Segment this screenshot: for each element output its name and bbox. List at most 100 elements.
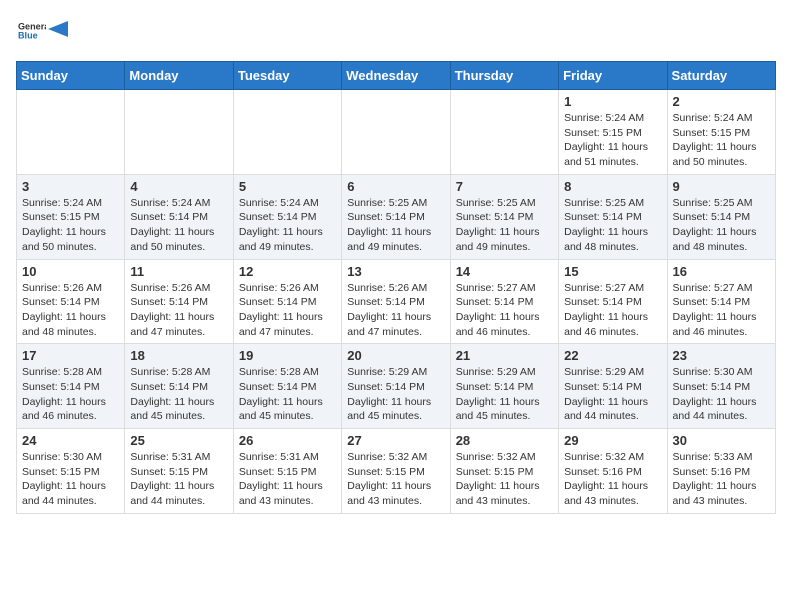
day-info: Sunrise: 5:28 AM Sunset: 5:14 PM Dayligh… [22, 365, 119, 424]
day-info: Sunrise: 5:26 AM Sunset: 5:14 PM Dayligh… [22, 281, 119, 340]
calendar-week-row: 24 Sunrise: 5:30 AM Sunset: 5:15 PM Dayli… [17, 429, 776, 514]
day-info: Sunrise: 5:27 AM Sunset: 5:14 PM Dayligh… [564, 281, 661, 340]
day-info: Sunrise: 5:28 AM Sunset: 5:14 PM Dayligh… [239, 365, 336, 424]
day-number: 20 [347, 348, 444, 363]
calendar-week-row: 10Sunrise: 5:26 AM Sunset: 5:14 PM Dayli… [17, 259, 776, 344]
day-info: Sunrise: 5:24 AM Sunset: 5:15 PM Dayligh… [22, 196, 119, 255]
calendar-day-cell: 11 Sunrise: 5:26 AM Sunset: 5:14 PM Dayli… [125, 259, 233, 344]
day-number: 5 [239, 179, 336, 194]
day-info: Sunrise: 5:32 AM Sunset: 5:16 PM Dayligh… [564, 450, 661, 509]
day-info: Sunrise: 5:26 AM Sunset: 5:14 PM Dayligh… [130, 281, 227, 340]
day-info: Sunrise: 5:24 AM Sunset: 5:15 PM Dayligh… [564, 111, 661, 170]
calendar-day-cell: 4 Sunrise: 5:24 AM Sunset: 5:14 PM Daylig… [125, 174, 233, 259]
day-number: 17 [22, 348, 119, 363]
calendar-header-row: SundayMondayTuesdayWednesdayThursdayFrid… [17, 62, 776, 90]
day-number: 4 [130, 179, 227, 194]
weekday-header-sunday: Sunday [17, 62, 125, 90]
day-info: Sunrise: 5:24 AM Sunset: 5:14 PM Dayligh… [239, 196, 336, 255]
calendar-day-cell: 23 Sunrise: 5:30 AM Sunset: 5:14 PM Dayli… [667, 344, 775, 429]
calendar-day-cell: 1 Sunrise: 5:24 AM Sunset: 5:15 PM Daylig… [559, 90, 667, 175]
weekday-header-wednesday: Wednesday [342, 62, 450, 90]
calendar-day-cell: 17 Sunrise: 5:28 AM Sunset: 5:14 PM Dayli… [17, 344, 125, 429]
weekday-header-friday: Friday [559, 62, 667, 90]
calendar-day-cell: 7Sunrise: 5:25 AM Sunset: 5:14 PM Daylig… [450, 174, 558, 259]
calendar-day-cell: 21 Sunrise: 5:29 AM Sunset: 5:14 PM Dayli… [450, 344, 558, 429]
weekday-header-tuesday: Tuesday [233, 62, 341, 90]
logo: General Blue [16, 16, 68, 49]
day-number: 12 [239, 264, 336, 279]
calendar-day-cell: 9 Sunrise: 5:25 AM Sunset: 5:14 PM Daylig… [667, 174, 775, 259]
weekday-header-saturday: Saturday [667, 62, 775, 90]
day-info: Sunrise: 5:24 AM Sunset: 5:15 PM Dayligh… [673, 111, 770, 170]
day-number: 24 [22, 433, 119, 448]
calendar-day-cell [450, 90, 558, 175]
day-number: 27 [347, 433, 444, 448]
day-number: 23 [673, 348, 770, 363]
calendar-day-cell: 13 Sunrise: 5:26 AM Sunset: 5:14 PM Dayli… [342, 259, 450, 344]
day-info: Sunrise: 5:24 AM Sunset: 5:14 PM Dayligh… [130, 196, 227, 255]
calendar-day-cell: 5 Sunrise: 5:24 AM Sunset: 5:14 PM Daylig… [233, 174, 341, 259]
calendar-day-cell: 12 Sunrise: 5:26 AM Sunset: 5:14 PM Dayli… [233, 259, 341, 344]
calendar-week-row: 1 Sunrise: 5:24 AM Sunset: 5:15 PM Daylig… [17, 90, 776, 175]
day-info: Sunrise: 5:30 AM Sunset: 5:15 PM Dayligh… [22, 450, 119, 509]
day-info: Sunrise: 5:31 AM Sunset: 5:15 PM Dayligh… [239, 450, 336, 509]
day-number: 30 [673, 433, 770, 448]
day-info: Sunrise: 5:25 AM Sunset: 5:14 PM Dayligh… [673, 196, 770, 255]
day-info: Sunrise: 5:30 AM Sunset: 5:14 PM Dayligh… [673, 365, 770, 424]
day-info: Sunrise: 5:25 AM Sunset: 5:14 PM Dayligh… [347, 196, 444, 255]
calendar-day-cell: 10Sunrise: 5:26 AM Sunset: 5:14 PM Dayli… [17, 259, 125, 344]
day-number: 1 [564, 94, 661, 109]
day-info: Sunrise: 5:27 AM Sunset: 5:14 PM Dayligh… [456, 281, 553, 340]
calendar-table: SundayMondayTuesdayWednesdayThursdayFrid… [16, 61, 776, 514]
day-number: 8 [564, 179, 661, 194]
calendar-day-cell [233, 90, 341, 175]
calendar-day-cell: 16Sunrise: 5:27 AM Sunset: 5:14 PM Dayli… [667, 259, 775, 344]
day-info: Sunrise: 5:29 AM Sunset: 5:14 PM Dayligh… [347, 365, 444, 424]
day-number: 16 [673, 264, 770, 279]
calendar-week-row: 3 Sunrise: 5:24 AM Sunset: 5:15 PM Daylig… [17, 174, 776, 259]
day-number: 25 [130, 433, 227, 448]
calendar-day-cell [342, 90, 450, 175]
calendar-day-cell: 8 Sunrise: 5:25 AM Sunset: 5:14 PM Daylig… [559, 174, 667, 259]
calendar-day-cell: 24 Sunrise: 5:30 AM Sunset: 5:15 PM Dayli… [17, 429, 125, 514]
day-number: 21 [456, 348, 553, 363]
day-info: Sunrise: 5:33 AM Sunset: 5:16 PM Dayligh… [673, 450, 770, 509]
day-number: 6 [347, 179, 444, 194]
page-header: General Blue [16, 16, 776, 49]
day-number: 11 [130, 264, 227, 279]
day-number: 29 [564, 433, 661, 448]
day-number: 9 [673, 179, 770, 194]
day-number: 28 [456, 433, 553, 448]
day-number: 7 [456, 179, 553, 194]
day-info: Sunrise: 5:32 AM Sunset: 5:15 PM Dayligh… [347, 450, 444, 509]
day-info: Sunrise: 5:26 AM Sunset: 5:14 PM Dayligh… [347, 281, 444, 340]
calendar-day-cell: 3 Sunrise: 5:24 AM Sunset: 5:15 PM Daylig… [17, 174, 125, 259]
weekday-header-monday: Monday [125, 62, 233, 90]
day-number: 14 [456, 264, 553, 279]
calendar-day-cell [125, 90, 233, 175]
day-number: 18 [130, 348, 227, 363]
day-info: Sunrise: 5:31 AM Sunset: 5:15 PM Dayligh… [130, 450, 227, 509]
weekday-header-thursday: Thursday [450, 62, 558, 90]
calendar-day-cell: 19 Sunrise: 5:28 AM Sunset: 5:14 PM Dayli… [233, 344, 341, 429]
day-info: Sunrise: 5:29 AM Sunset: 5:14 PM Dayligh… [456, 365, 553, 424]
calendar-day-cell: 6 Sunrise: 5:25 AM Sunset: 5:14 PM Daylig… [342, 174, 450, 259]
day-number: 26 [239, 433, 336, 448]
calendar-week-row: 17 Sunrise: 5:28 AM Sunset: 5:14 PM Dayli… [17, 344, 776, 429]
calendar-day-cell: 30 Sunrise: 5:33 AM Sunset: 5:16 PM Dayli… [667, 429, 775, 514]
day-number: 19 [239, 348, 336, 363]
calendar-day-cell: 26 Sunrise: 5:31 AM Sunset: 5:15 PM Dayli… [233, 429, 341, 514]
day-number: 3 [22, 179, 119, 194]
day-info: Sunrise: 5:28 AM Sunset: 5:14 PM Dayligh… [130, 365, 227, 424]
calendar-day-cell: 20 Sunrise: 5:29 AM Sunset: 5:14 PM Dayli… [342, 344, 450, 429]
day-info: Sunrise: 5:26 AM Sunset: 5:14 PM Dayligh… [239, 281, 336, 340]
calendar-day-cell: 25 Sunrise: 5:31 AM Sunset: 5:15 PM Dayli… [125, 429, 233, 514]
calendar-day-cell: 15 Sunrise: 5:27 AM Sunset: 5:14 PM Dayli… [559, 259, 667, 344]
calendar-day-cell [17, 90, 125, 175]
day-number: 15 [564, 264, 661, 279]
day-info: Sunrise: 5:29 AM Sunset: 5:14 PM Dayligh… [564, 365, 661, 424]
day-info: Sunrise: 5:32 AM Sunset: 5:15 PM Dayligh… [456, 450, 553, 509]
day-info: Sunrise: 5:25 AM Sunset: 5:14 PM Dayligh… [564, 196, 661, 255]
day-number: 13 [347, 264, 444, 279]
calendar-day-cell: 18 Sunrise: 5:28 AM Sunset: 5:14 PM Dayli… [125, 344, 233, 429]
